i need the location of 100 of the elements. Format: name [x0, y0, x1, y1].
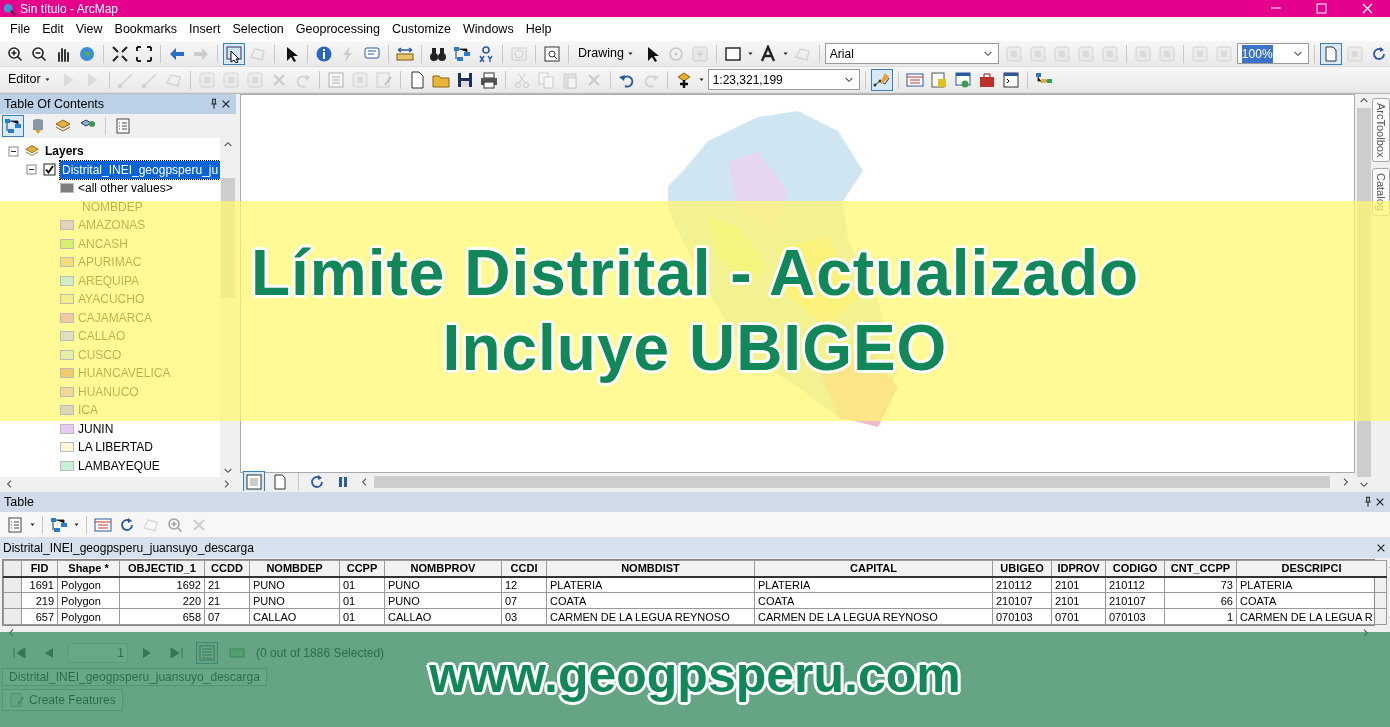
table-cell: 070103: [992, 608, 1052, 625]
table-cell: 73: [1164, 576, 1237, 593]
table-cell: 66: [1164, 592, 1237, 609]
column-header[interactable]: OBJECTID_1: [119, 560, 205, 577]
drawing-menu[interactable]: Drawing: [574, 42, 639, 65]
column-header[interactable]: NOMBDIST: [546, 560, 755, 577]
pin-icon[interactable]: [1362, 496, 1374, 508]
banner-heading: Límite Distrital - Actualizado: [250, 236, 1140, 311]
table-cell: 07: [501, 592, 547, 609]
table-cell: Polygon: [57, 592, 120, 609]
table-cell: 21: [204, 592, 250, 609]
pin-icon[interactable]: [208, 98, 220, 110]
table-cell: PUNO: [384, 576, 502, 593]
table-cell: Polygon: [57, 576, 120, 593]
menu-item[interactable]: Insert: [183, 17, 227, 41]
legend-label: HUANCAVELICA: [78, 365, 171, 383]
legend-label: ICA: [78, 402, 98, 420]
list-by-drawing-order-icon[interactable]: [2, 115, 24, 137]
table-cell: 210112: [992, 576, 1052, 593]
column-header[interactable]: CCPP: [339, 560, 385, 577]
table-cell: 210107: [1105, 592, 1165, 609]
column-header[interactable]: UBIGEO: [992, 560, 1052, 577]
panel-title: Table Of Contents: [4, 95, 106, 113]
page-icon[interactable]: [1319, 42, 1342, 65]
editor-toolbar-icon[interactable]: [870, 68, 893, 91]
column-header[interactable]: CNT_CCPP: [1164, 560, 1237, 577]
website-url: www.geogpsperu.com: [429, 646, 961, 705]
column-header[interactable]: Shape *: [57, 560, 120, 577]
legend-label: <all other values>: [78, 180, 173, 198]
legend-label: APURIMAC: [78, 254, 142, 272]
table-cell: 210112: [1105, 576, 1165, 593]
scale-field[interactable]: 1:23,321,199: [707, 69, 860, 90]
table-cell: 12: [501, 576, 547, 593]
table-cell: 210107: [992, 592, 1052, 609]
menu-item[interactable]: Edit: [36, 17, 70, 41]
legend-label: LAMBAYEQUE: [78, 457, 160, 475]
table-cell: 219: [21, 592, 58, 609]
menu-item[interactable]: Selection: [226, 17, 290, 41]
column-header[interactable]: NOMBPROV: [384, 560, 502, 577]
menu-item[interactable]: Help: [519, 17, 558, 41]
table-cell: 070103: [1105, 608, 1165, 625]
table-cell: PLATERIA: [1236, 576, 1387, 593]
window-title: Sin título - ArcMap: [20, 0, 120, 18]
tree-item[interactable]: Layers: [45, 142, 84, 161]
editor-menu[interactable]: Editor: [4, 68, 56, 91]
legend-label: CALLAO: [78, 328, 126, 346]
table-cell: 21: [204, 576, 250, 593]
table-cell: COATA: [546, 592, 755, 609]
data-view-icon[interactable]: [243, 471, 265, 493]
column-header[interactable]: CAPITAL: [754, 560, 993, 577]
select-all-cell[interactable]: [3, 560, 22, 577]
table-cell: 1691: [21, 576, 58, 593]
collapse-icon[interactable]: [8, 145, 19, 157]
maximize-icon[interactable]: [1315, 3, 1327, 14]
table-cell: CARMEN DE LA LEGUA REYNOSO: [546, 608, 755, 625]
table-cell: 01: [339, 576, 385, 593]
table-cell: 07: [204, 608, 250, 625]
close-icon[interactable]: [1374, 496, 1386, 508]
legend-label: CUSCO: [78, 346, 122, 364]
menu-item[interactable]: Customize: [385, 17, 457, 41]
table-cell: CARMEN DE LA LEGUA R: [1236, 608, 1387, 625]
layer-name[interactable]: Distrital_INEI_geogpsperu_ju: [60, 160, 221, 179]
table-cell: CALLAO: [249, 608, 340, 625]
table-cell: PLATERIA: [546, 576, 755, 593]
close-icon[interactable]: [1375, 542, 1387, 554]
table-cell: 1: [1164, 608, 1237, 625]
menu-item[interactable]: Bookmarks: [108, 17, 184, 41]
legend-label: AMAZONAS: [78, 217, 146, 235]
legend-label: ANCASH: [78, 235, 128, 253]
table-cell: 1692: [119, 576, 205, 593]
app-icon: [2, 1, 16, 16]
table-cell: 01: [339, 592, 385, 609]
legend-label: LA LIBERTAD: [78, 439, 153, 457]
column-header[interactable]: IDPROV: [1051, 560, 1106, 577]
column-header[interactable]: CCDD: [204, 560, 250, 577]
font-field[interactable]: Arial: [824, 43, 999, 64]
column-header[interactable]: CCDI: [501, 560, 547, 577]
collapse-icon[interactable]: [26, 164, 37, 176]
table-cell: Polygon: [57, 608, 120, 625]
zoom-field[interactable]: 100%: [1236, 43, 1309, 64]
table-cell: PLATERIA: [754, 576, 993, 593]
table-cell: 2101: [1051, 576, 1106, 593]
close-icon[interactable]: [220, 98, 232, 110]
menu-item[interactable]: File: [4, 17, 37, 41]
table-cell: 2101: [1051, 592, 1106, 609]
banner-heading: Incluye UBIGEO: [442, 311, 948, 386]
legend-label: AREQUIPA: [78, 272, 140, 290]
select-elements-icon[interactable]: [223, 42, 245, 65]
menu-item[interactable]: Geoprocessing: [289, 17, 386, 41]
column-header[interactable]: DESCRIPCI: [1236, 560, 1387, 577]
checkbox[interactable]: [43, 163, 56, 177]
column-header[interactable]: NOMBDEP: [249, 560, 340, 577]
menu-item[interactable]: View: [69, 17, 109, 41]
table-cell: 0701: [1051, 608, 1106, 625]
column-header[interactable]: FID: [21, 560, 58, 577]
legend-label: AYACUCHO: [78, 291, 145, 309]
menu-item[interactable]: Windows: [456, 17, 520, 41]
table-cell: 657: [21, 608, 58, 625]
column-header[interactable]: CODIGO: [1105, 560, 1165, 577]
table-cell: CARMEN DE LA LEGUA REYNOSO: [754, 608, 993, 625]
